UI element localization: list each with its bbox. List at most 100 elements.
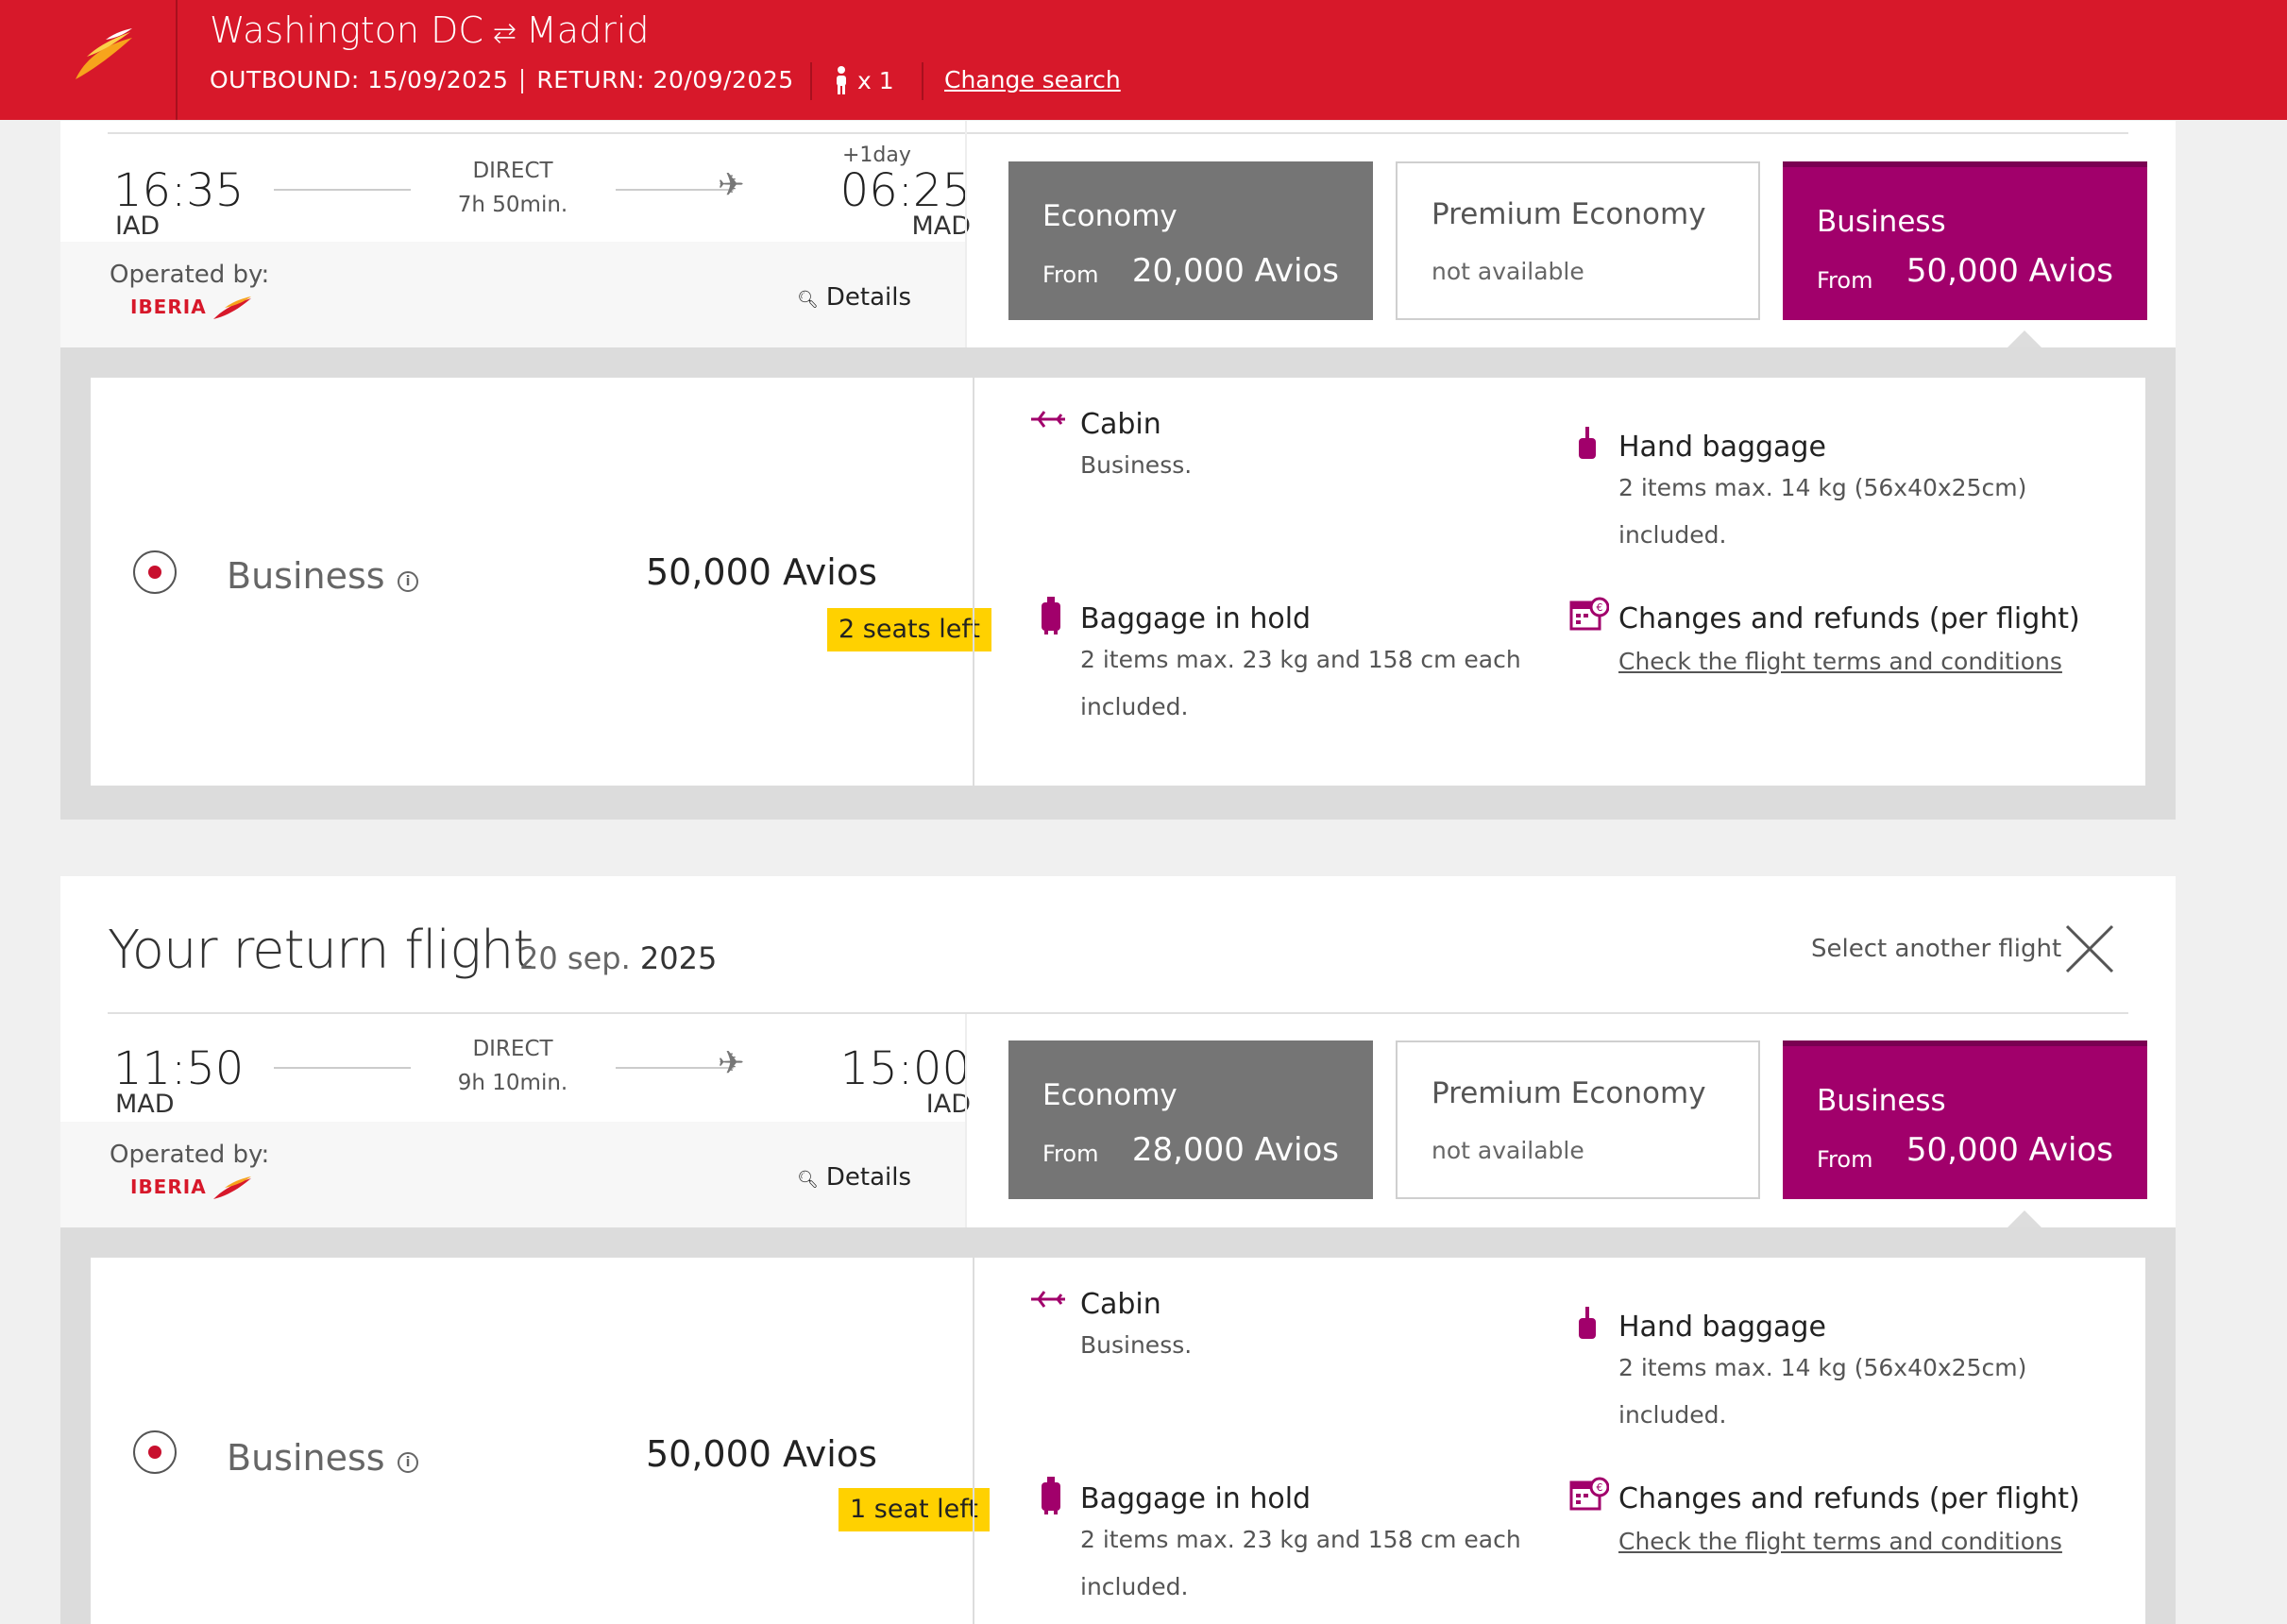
arrival-airport: MAD [911,211,971,241]
fare-status: not available [1431,1137,1584,1164]
airline-name: IBERIA [130,1176,207,1198]
fare-title: Business [1817,205,1946,239]
changes-title: Changes and refunds (per flight) [1618,1482,2080,1515]
close-icon[interactable] [2064,923,2115,978]
hold-baggage-title: Baggage in hold [1080,602,1312,635]
return-date: RETURN: 20/09/2025 [536,66,794,93]
hold-baggage-desc: 2 items max. 23 kg and 158 cm each [1080,1526,1521,1553]
fare-economy-button[interactable]: Economy From 28,000 Avios [1008,1040,1373,1199]
airplane-cabin-icon [1029,410,1067,432]
airplane-cabin-icon [1029,1290,1067,1312]
departure-time: 11:50 [113,1042,245,1095]
seats-left-badge: 1 seat left [839,1488,990,1531]
airline-name: IBERIA [130,296,207,318]
passenger-count-text: x 1 [857,67,894,94]
magnifier-icon: 🔍︎ [797,1170,819,1190]
fare-business-button[interactable]: Business From 50,000 Avios [1783,1040,2147,1199]
fare-title: Premium Economy [1431,1076,1706,1110]
passenger-count: x 1 [810,62,894,100]
return-flight-card: Your return flight 20 sep. 2025 Select a… [60,876,2176,1227]
calendar-refund-icon: € [1569,1477,1610,1516]
flight-duration: 7h 50min. [457,193,568,217]
iberia-wing-icon [212,1176,251,1199]
cabin-desc: Business. [1080,1331,1193,1359]
return-flight-date: 20 sep. 2025 [519,940,717,976]
fare-detail-panel: Business i 50,000 Avios 1 seat left Cabi… [91,1258,2145,1624]
operator-bar: Operated by: IBERIA 🔍︎ Details [60,242,965,347]
selected-pointer [2007,1210,2041,1227]
fare-title: Economy [1042,1078,1177,1112]
return-date-year: 2025 [639,940,718,976]
hand-baggage-desc: 2 items max. 14 kg (56x40x25cm) [1618,1354,2027,1381]
fare-radio-selected[interactable] [133,1430,177,1474]
divider [108,132,2128,134]
route-title: Washington DC ⇄ Madrid [210,9,650,51]
swap-icon: ⇄ [492,17,517,50]
terms-conditions-link[interactable]: Check the flight terms and conditions [1618,648,2062,675]
fare-detail-panel: Business i 50,000 Avios 2 seats left Cab… [91,378,2145,786]
fare-economy-button[interactable]: Economy From 20,000 Avios [1008,161,1373,320]
divider [922,62,923,100]
fare-title: Premium Economy [1431,197,1706,231]
return-flight-title: Your return flight [108,920,534,981]
hand-baggage-title: Hand baggage [1618,431,1826,464]
iberia-airline-logo: IBERIA [130,1175,253,1201]
outbound-flight-card: 16:35 IAD DIRECT 7h 50min. ✈ +1day 06:25… [60,121,2176,347]
select-another-flight-link[interactable]: Select another flight [1811,935,2061,963]
return-fare-detail: Business i 50,000 Avios 1 seat left Cabi… [60,1227,2176,1624]
fare-radio-selected[interactable] [133,550,177,594]
fare-name: Business [227,555,385,597]
hand-baggage-icon [1577,427,1598,466]
departure-time: 16:35 [113,164,245,217]
divider [973,1258,974,1624]
change-search-link[interactable]: Change search [944,66,1121,93]
operated-by-label: Operated by: [110,261,270,289]
divider [521,69,524,93]
fare-price: 28,000 Avios [1131,1131,1339,1169]
plane-icon: ✈ [718,1044,745,1082]
route-line [616,189,734,191]
iberia-logo[interactable] [0,0,178,120]
hand-baggage-included: included. [1618,1401,1727,1429]
svg-text:€: € [1597,601,1603,614]
departure-airport: MAD [115,1090,175,1119]
dates-line: OUTBOUND: 15/09/2025 RETURN: 20/09/2025 [210,66,794,93]
hand-baggage-included: included. [1618,521,1727,549]
cabin-title: Cabin [1080,408,1161,441]
fare-business-button[interactable]: Business From 50,000 Avios [1783,161,2147,320]
operator-bar: Operated by: IBERIA 🔍︎ Details [60,1122,965,1227]
plane-icon: ✈ [718,166,745,204]
operated-by-label: Operated by: [110,1141,270,1169]
fare-price: 50,000 Avios [646,1433,877,1475]
details-text: Details [825,283,911,312]
terms-conditions-link[interactable]: Check the flight terms and conditions [1618,1528,2062,1555]
outbound-fare-detail: Business i 50,000 Avios 2 seats left Cab… [60,347,2176,820]
destination-city: Madrid [526,9,650,51]
changes-title: Changes and refunds (per flight) [1618,602,2080,635]
divider [973,378,974,786]
hand-baggage-desc: 2 items max. 14 kg (56x40x25cm) [1618,474,2027,501]
fare-premium-economy-button[interactable]: Premium Economy not available [1396,1040,1760,1199]
details-text: Details [825,1163,911,1192]
flight-duration: 9h 10min. [457,1071,568,1095]
origin-city: Washington DC [210,9,483,51]
fare-from: From [1042,262,1099,288]
person-icon [837,66,846,94]
divider [965,1014,967,1227]
divider [965,121,967,347]
hold-baggage-icon [1041,1477,1061,1518]
radio-dot [148,566,161,579]
fare-title: Business [1817,1084,1946,1118]
iberia-airline-logo: IBERIA [130,295,253,321]
fare-status: not available [1431,258,1584,285]
fare-price: 50,000 Avios [1906,1131,2113,1169]
fare-premium-economy-button[interactable]: Premium Economy not available [1396,161,1760,320]
calendar-refund-icon: € [1569,597,1610,636]
route-line [616,1067,734,1069]
details-link[interactable]: 🔍︎ Details [797,283,911,312]
info-icon[interactable]: i [398,571,418,592]
info-icon[interactable]: i [398,1452,418,1473]
cabin-desc: Business. [1080,451,1193,479]
hold-baggage-included: included. [1080,693,1189,720]
details-link[interactable]: 🔍︎ Details [797,1163,911,1192]
